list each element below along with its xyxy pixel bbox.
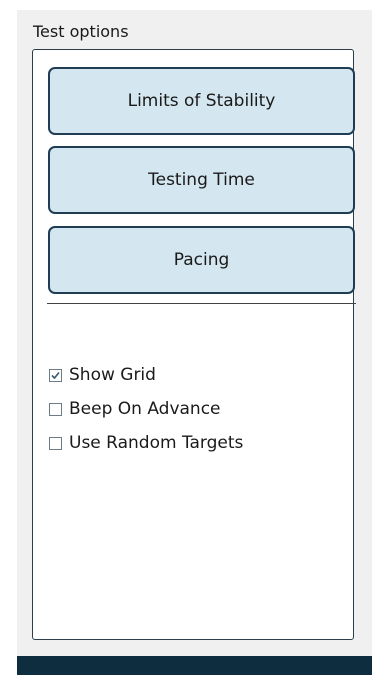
beep-on-advance-option[interactable]: Beep On Advance xyxy=(49,399,221,419)
panel-title: Test options xyxy=(33,22,129,41)
bottom-status-bar xyxy=(17,656,372,675)
test-options-panel: Test options Limits of Stability Testing… xyxy=(17,10,372,656)
use-random-targets-checkbox[interactable] xyxy=(49,436,62,450)
testing-time-button[interactable]: Testing Time xyxy=(48,146,355,214)
checkmark-icon xyxy=(51,371,60,379)
beep-on-advance-label: Beep On Advance xyxy=(69,399,221,419)
show-grid-option[interactable]: Show Grid xyxy=(49,365,156,385)
show-grid-label: Show Grid xyxy=(69,365,156,385)
section-divider xyxy=(47,303,356,304)
pacing-button[interactable]: Pacing xyxy=(48,226,355,294)
use-random-targets-label: Use Random Targets xyxy=(69,433,244,453)
beep-on-advance-checkbox[interactable] xyxy=(49,402,62,416)
options-group-box: Limits of Stability Testing Time Pacing … xyxy=(32,49,356,640)
show-grid-checkbox[interactable] xyxy=(49,368,62,382)
use-random-targets-option[interactable]: Use Random Targets xyxy=(49,433,243,453)
limits-of-stability-button[interactable]: Limits of Stability xyxy=(48,67,355,135)
